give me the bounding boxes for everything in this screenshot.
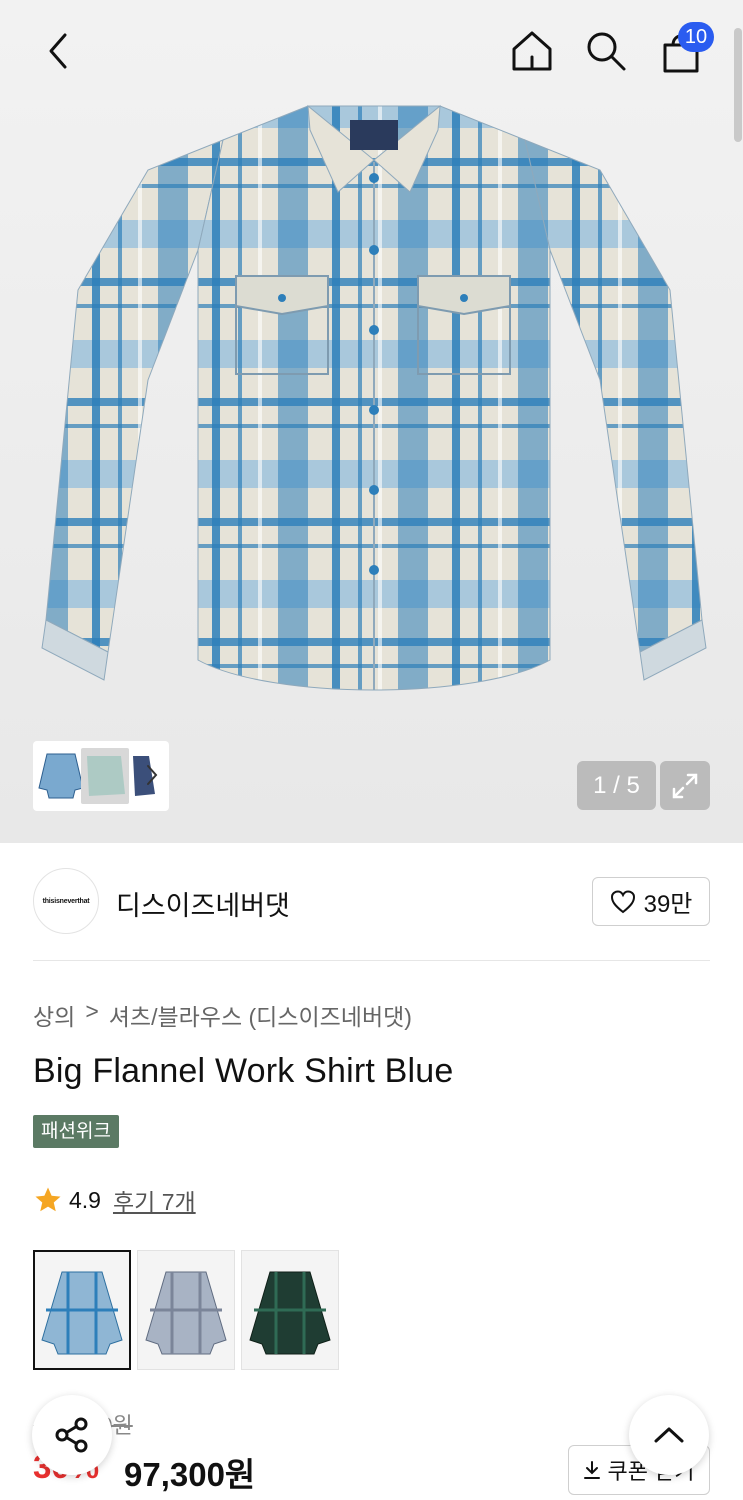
share-icon (55, 1417, 88, 1453)
home-button[interactable] (507, 26, 557, 76)
sale-price: 97,300원 (124, 1456, 256, 1493)
brand-logo[interactable]: thisisneverthat (33, 868, 99, 934)
promo-tag: 패션위크 (33, 1115, 119, 1148)
top-nav-bar: 10 (0, 0, 743, 100)
like-count: 39만 (643, 891, 693, 918)
search-button[interactable] (581, 26, 631, 76)
breadcrumb: 상의 > 셔츠/블라우스 (디스이즈네버댓) (33, 998, 412, 1032)
chevron-right-icon: > (85, 998, 99, 1024)
variant-blue[interactable] (33, 1250, 131, 1370)
variant-green[interactable] (241, 1250, 339, 1370)
product-title: Big Flannel Work Shirt Blue (33, 1052, 454, 1090)
product-image (38, 100, 710, 710)
rating-value: 4.9 (69, 1186, 101, 1213)
back-button[interactable] (33, 26, 83, 76)
color-variants (33, 1250, 339, 1370)
chevron-right-icon[interactable] (145, 763, 159, 787)
heart-icon (610, 889, 635, 913)
scrollbar[interactable] (734, 28, 742, 142)
cart-count-badge: 10 (678, 22, 714, 52)
expand-icon (672, 773, 698, 798)
scroll-top-button[interactable] (629, 1395, 709, 1475)
variant-grey[interactable] (137, 1250, 235, 1370)
image-counter: 1 / 5 (577, 761, 656, 810)
thumbnail-blue[interactable] (37, 748, 85, 804)
download-icon (584, 1461, 601, 1479)
review-link[interactable]: 후기 7개 (113, 1183, 196, 1217)
cart-button[interactable]: 10 (656, 22, 714, 76)
chevron-left-icon (49, 33, 67, 69)
divider (33, 960, 710, 961)
brand-name[interactable]: 디스이즈네버댓 (116, 884, 290, 923)
breadcrumb-subcategory[interactable]: 셔츠/블라우스 (디스이즈네버댓) (109, 998, 412, 1032)
thumbnail-strip[interactable] (33, 741, 169, 811)
share-button[interactable] (32, 1395, 112, 1475)
home-icon (512, 31, 552, 71)
rating-row: 4.9 후기 7개 (33, 1183, 196, 1217)
thumbnail-selected[interactable] (81, 748, 129, 804)
like-button[interactable]: 39만 (592, 877, 710, 926)
search-icon (587, 32, 626, 71)
product-image-gallery[interactable]: 10 1 / 5 (0, 0, 743, 843)
star-icon (35, 1187, 61, 1212)
breadcrumb-category[interactable]: 상의 (33, 998, 75, 1032)
chevron-up-icon (654, 1427, 684, 1443)
fullscreen-button[interactable] (660, 761, 710, 810)
